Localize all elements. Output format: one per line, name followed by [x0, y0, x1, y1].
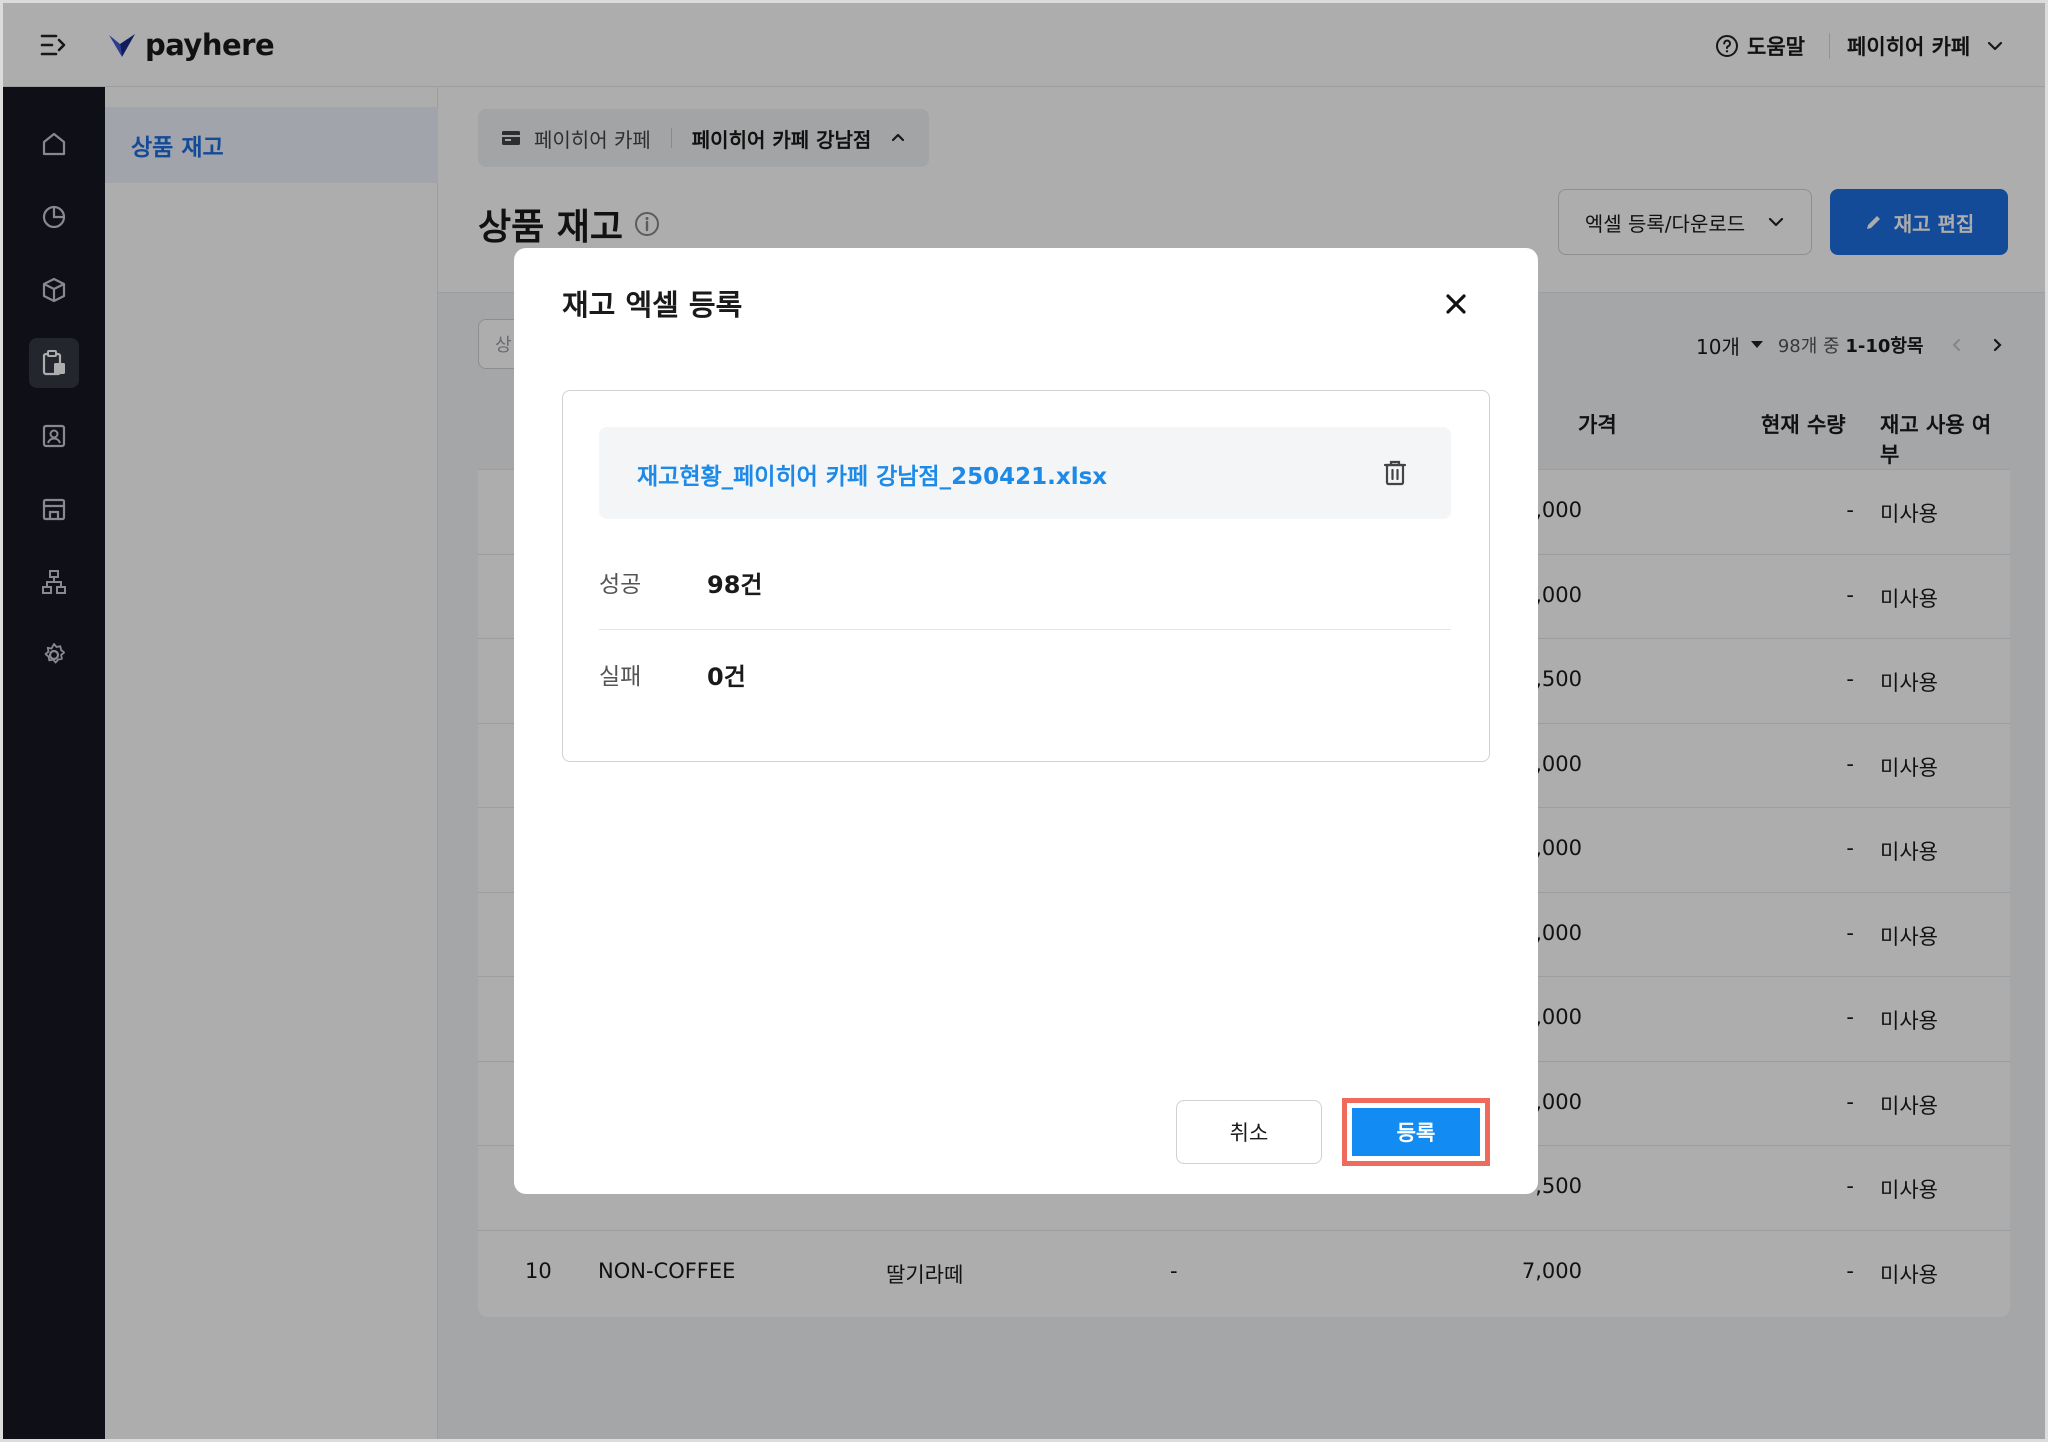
- fail-value: 0건: [707, 662, 746, 691]
- file-name[interactable]: 재고현황_페이히어 카페 강남점_250421.xlsx: [637, 457, 1107, 491]
- app-window: payhere 도움말 페이히어 카페 상품 재고 페이히어 카페 페이히어 카…: [3, 3, 2045, 1439]
- trash-icon[interactable]: [1377, 455, 1413, 491]
- result-divider: [599, 629, 1451, 630]
- cancel-button[interactable]: 취소: [1176, 1100, 1322, 1164]
- close-icon[interactable]: [1438, 286, 1474, 322]
- register-button[interactable]: 등록: [1352, 1108, 1480, 1156]
- uploaded-file: 재고현황_페이히어 카페 강남점_250421.xlsx: [599, 427, 1451, 519]
- success-label: 성공: [599, 572, 642, 598]
- success-value: 98건: [707, 570, 763, 599]
- modal-title: 재고 엑셀 등록: [562, 288, 743, 322]
- upload-result-box: 재고현황_페이히어 카페 강남점_250421.xlsx 성공 98건 실패 0…: [562, 390, 1490, 762]
- fail-row: 실패 0건: [599, 631, 1451, 717]
- excel-register-modal: 재고 엑셀 등록 재고현황_페이히어 카페 강남점_250421.xlsx 성공…: [514, 248, 1538, 1194]
- fail-label: 실패: [599, 664, 642, 690]
- success-row: 성공 98건: [599, 539, 1451, 625]
